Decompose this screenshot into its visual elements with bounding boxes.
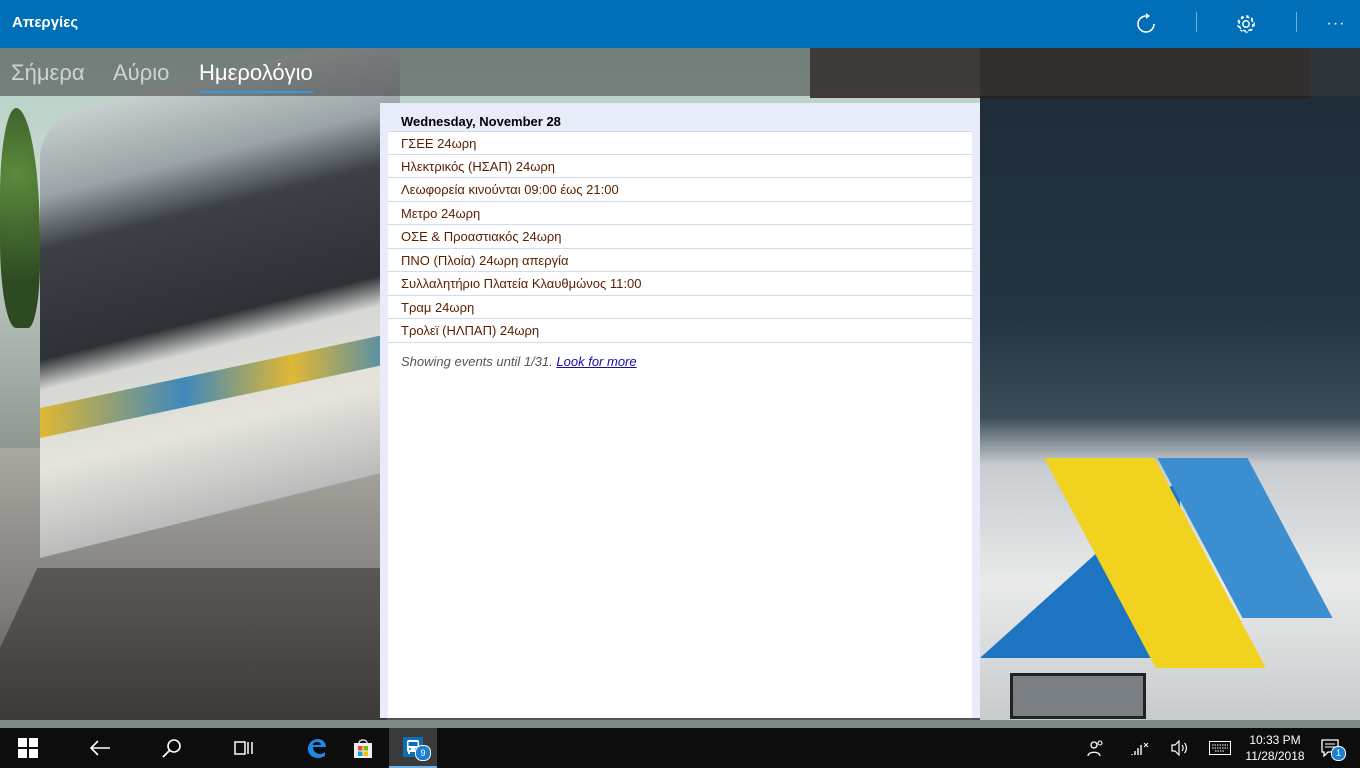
- look-for-more-link[interactable]: Look for more: [556, 354, 636, 369]
- calendar-panel: Wednesday, November 28 ΓΣΕΕ 24ωρη Ηλεκτρ…: [380, 103, 980, 718]
- app-badge: 9: [415, 745, 431, 761]
- tab-calendar[interactable]: Ημερολόγιο: [199, 60, 313, 93]
- event-item[interactable]: Μετρο 24ωρη: [388, 202, 972, 225]
- edge-icon: [308, 739, 326, 758]
- refresh-icon: [1137, 13, 1155, 33]
- tab-tomorrow-label: Αύριο: [113, 60, 170, 85]
- active-tab-indicator: [199, 91, 313, 93]
- event-item[interactable]: Λεωφορεία κινούνται 09:00 έως 21:00: [388, 178, 972, 202]
- event-list: ΓΣΕΕ 24ωρη Ηλεκτρικός (ΗΣΑΠ) 24ωρη Λεωφο…: [388, 131, 972, 343]
- start-button[interactable]: [0, 728, 56, 768]
- event-item[interactable]: Ηλεκτρικός (ΗΣΑΠ) 24ωρη: [388, 155, 972, 178]
- settings-button[interactable]: [1216, 0, 1276, 48]
- title-bar: Απεργίες ···: [0, 0, 1360, 48]
- event-item[interactable]: ΟΣΕ & Προαστιακός 24ωρη: [388, 225, 972, 249]
- tab-today-label: Σήμερα: [11, 60, 85, 85]
- windows-icon: [18, 738, 38, 758]
- back-button[interactable]: [72, 728, 128, 768]
- events-footer-text: Showing events until 1/31.: [401, 354, 553, 369]
- clock-time: 10:33 PM: [1249, 733, 1301, 747]
- search-button[interactable]: [144, 728, 200, 768]
- notification-count-badge: 1: [1331, 746, 1346, 761]
- events-footer: Showing events until 1/31. Look for more: [401, 354, 637, 369]
- event-item[interactable]: ΓΣΕΕ 24ωρη: [388, 131, 972, 155]
- event-item[interactable]: Συλλαλητήριο Πλατεία Κλαυθμώνος 11:00: [388, 272, 972, 296]
- volume-icon: [1171, 740, 1187, 756]
- people-button[interactable]: [1080, 728, 1112, 768]
- tab-today[interactable]: Σήμερα: [11, 60, 85, 86]
- taskbar: 9 10:33 PM 11/28/2018 1: [0, 728, 1360, 768]
- people-icon: [1087, 740, 1103, 757]
- store-button[interactable]: [338, 728, 388, 768]
- clock-date: 11/28/2018: [1245, 749, 1305, 763]
- event-item[interactable]: Τρολεϊ (ΗΛΠΑΠ) 24ωρη: [388, 319, 972, 343]
- date-header-label: Wednesday, November 28: [401, 114, 561, 129]
- more-button[interactable]: ···: [1306, 0, 1360, 48]
- keyboard-button[interactable]: [1204, 728, 1236, 768]
- back-arrow-icon: [89, 740, 110, 756]
- keyboard-icon: [1209, 741, 1231, 755]
- gear-icon: [1237, 15, 1255, 33]
- app-title: Απεργίες: [12, 14, 79, 31]
- wifi-icon: [1131, 742, 1149, 755]
- edge-button[interactable]: [288, 728, 344, 768]
- tab-bar: Σήμερα Αύριο Ημερολόγιο: [0, 48, 1360, 96]
- tab-calendar-label: Ημερολόγιο: [199, 60, 313, 85]
- system-clock[interactable]: 10:33 PM 11/28/2018: [1240, 732, 1310, 764]
- refresh-button[interactable]: [1116, 0, 1176, 48]
- event-item[interactable]: ΠΝΟ (Πλοία) 24ωρη απεργία: [388, 249, 972, 272]
- store-icon: [354, 739, 372, 758]
- task-view-icon: [234, 741, 253, 755]
- taskbar-app-apergies[interactable]: 9: [389, 728, 437, 768]
- network-button[interactable]: [1124, 728, 1156, 768]
- task-view-button[interactable]: [216, 728, 272, 768]
- search-icon: [162, 739, 181, 758]
- agenda-view: Wednesday, November 28 ΓΣΕΕ 24ωρη Ηλεκτρ…: [388, 103, 972, 718]
- volume-button[interactable]: [1164, 728, 1196, 768]
- tab-tomorrow[interactable]: Αύριο: [113, 60, 169, 86]
- date-header: Wednesday, November 28: [388, 103, 972, 131]
- event-item[interactable]: Τραμ 24ωρη: [388, 296, 972, 319]
- more-icon: ···: [1326, 15, 1346, 32]
